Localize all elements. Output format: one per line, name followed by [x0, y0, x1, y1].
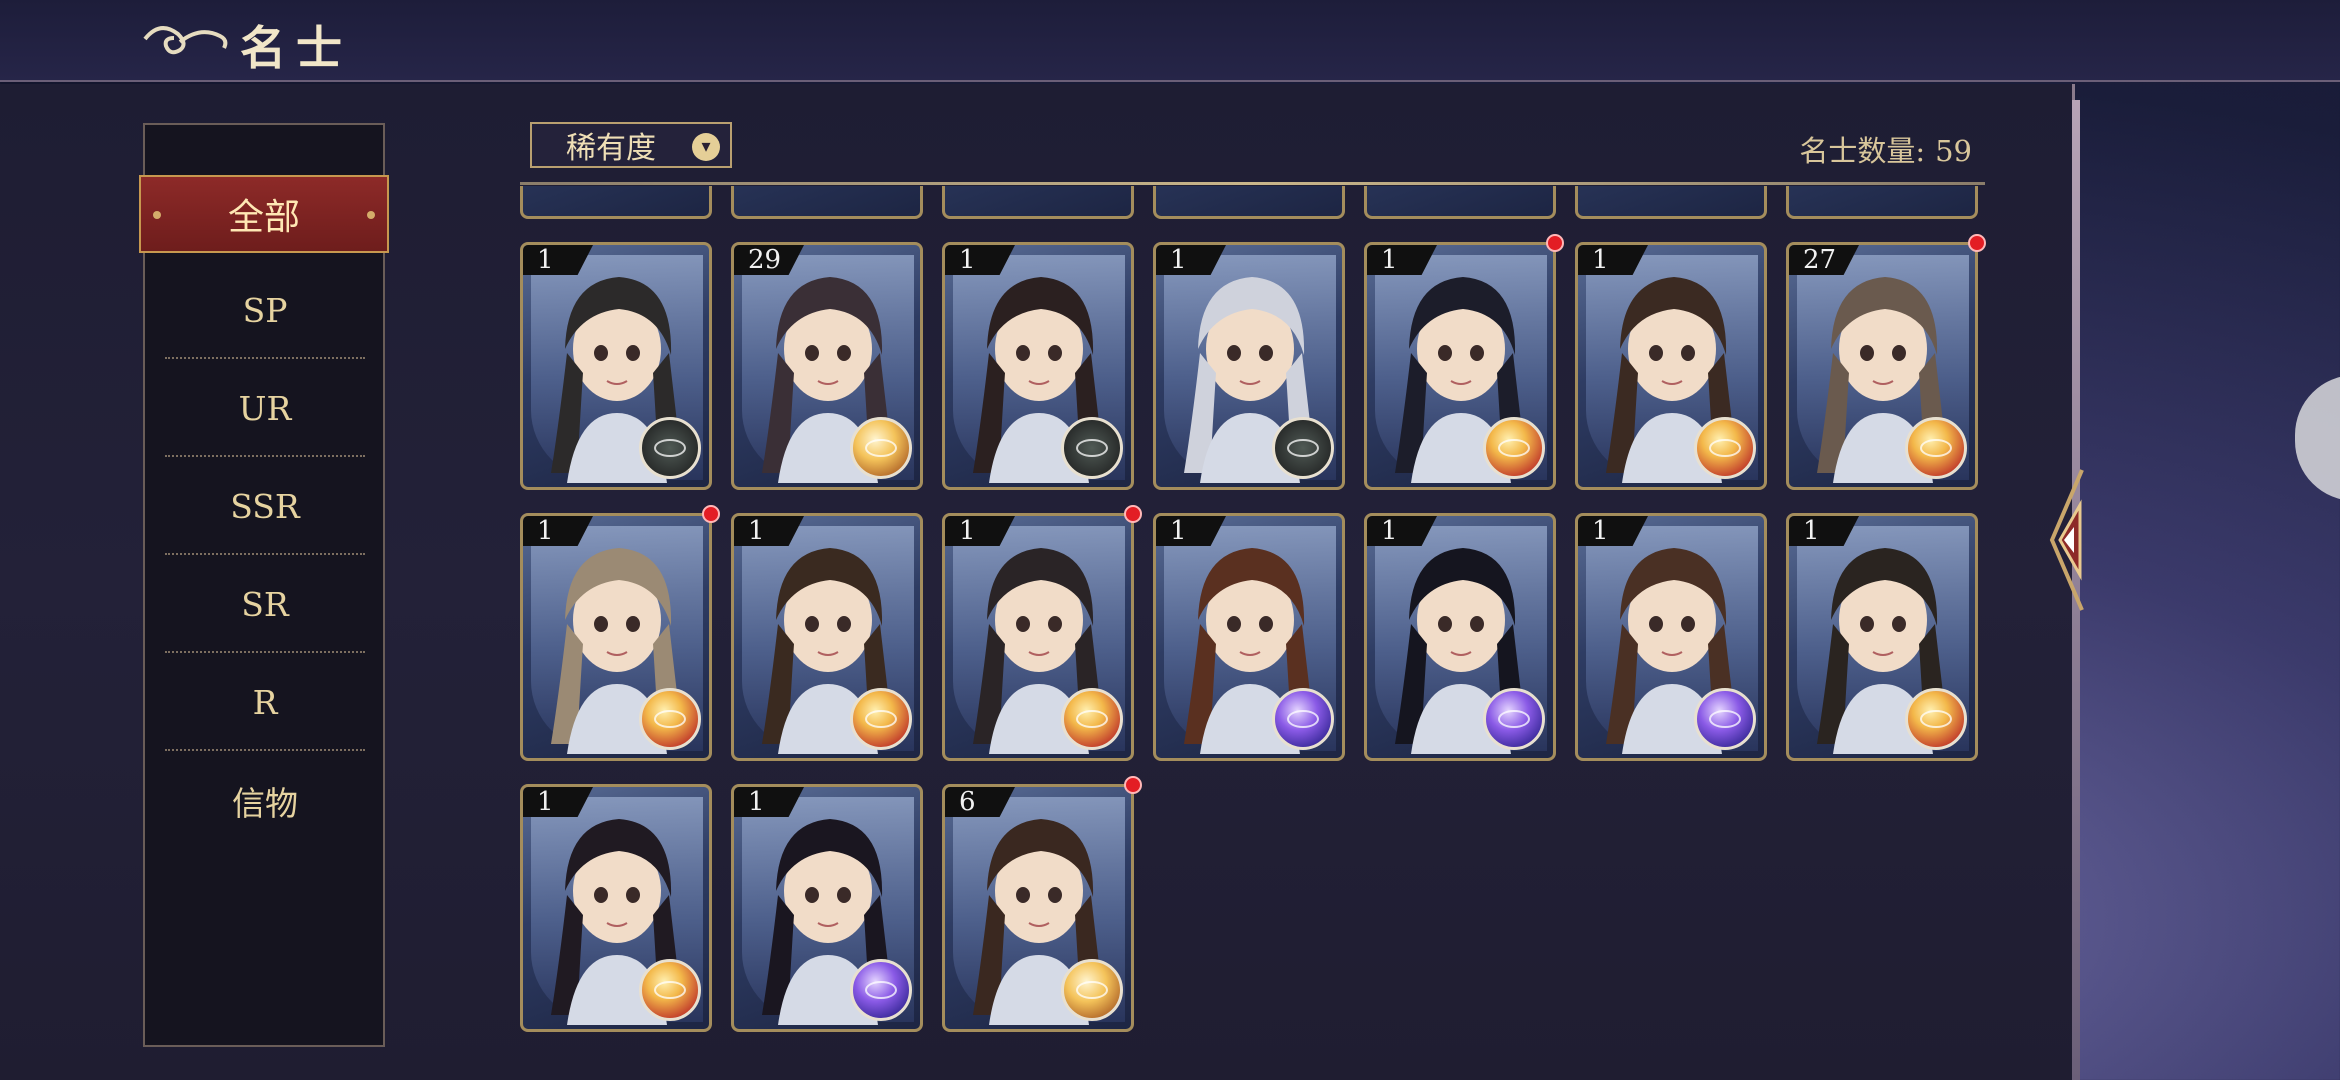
filter-label: 稀有度 [566, 131, 656, 166]
badge-ring [1709, 439, 1741, 457]
faction-badge-icon [639, 417, 701, 479]
notification-dot-icon [1124, 776, 1142, 794]
badge-ring [1920, 710, 1952, 728]
faction-badge-icon [1483, 688, 1545, 750]
cloud-swirl-icon [143, 26, 228, 55]
hero-card[interactable]: 1 [1575, 513, 1767, 761]
faction-badge-icon [850, 417, 912, 479]
hero-card[interactable]: 1 [942, 242, 1134, 490]
hero-count-label: 名士数量: [1799, 134, 1926, 168]
hero-card[interactable]: 29 [731, 242, 923, 490]
page-title: 名士 [240, 21, 352, 75]
notification-dot-icon [1968, 234, 1986, 252]
badge-ring [1498, 710, 1530, 728]
faction-badge-icon [1694, 688, 1756, 750]
badge-ring [865, 710, 897, 728]
hero-card[interactable]: 1 [520, 242, 712, 490]
badge-ring [1287, 439, 1319, 457]
hero-card[interactable]: 1 [520, 784, 712, 1032]
sidebar-item-all[interactable]: 全部 [139, 175, 389, 253]
faction-badge-icon [1694, 417, 1756, 479]
top-bar: 名士 [0, 0, 2340, 82]
badge-ring [654, 710, 686, 728]
hero-card-partial[interactable] [1364, 186, 1556, 219]
sidebar-item-r[interactable]: R [165, 655, 365, 751]
badge-ring [1709, 710, 1741, 728]
badge-ring [865, 981, 897, 999]
faction-badge-icon [1272, 417, 1334, 479]
hero-card-grid[interactable]: 1 29 1 1 1 1 27 1 1 1 1 1 1 1 1 1 6 [518, 186, 1988, 1046]
side-float-button[interactable] [2295, 375, 2340, 501]
notification-dot-icon [1546, 234, 1564, 252]
hero-card[interactable]: 1 [1153, 242, 1345, 490]
hero-card[interactable]: 1 [1575, 242, 1767, 490]
faction-badge-icon [639, 688, 701, 750]
faction-badge-icon [1905, 688, 1967, 750]
hero-card[interactable]: 27 [1786, 242, 1978, 490]
faction-badge-icon [1061, 417, 1123, 479]
badge-ring [654, 981, 686, 999]
sidebar-item-label: 全部 [227, 197, 300, 238]
divider [520, 182, 1985, 185]
hero-card[interactable]: 1 [520, 513, 712, 761]
hero-card[interactable]: 6 [942, 784, 1134, 1032]
faction-badge-icon [850, 959, 912, 1021]
badge-ring [654, 439, 686, 457]
hero-card[interactable]: 1 [942, 513, 1134, 761]
notification-dot-icon [702, 505, 720, 523]
ornament-dot [153, 211, 161, 219]
hero-card[interactable]: 1 [1786, 513, 1978, 761]
hero-card[interactable]: 1 [1364, 242, 1556, 490]
badge-ring [1076, 710, 1108, 728]
hero-card-partial[interactable] [1153, 186, 1345, 219]
chevron-down-icon: ▾ [692, 133, 720, 161]
faction-badge-icon [1061, 959, 1123, 1021]
hero-card-partial[interactable] [1786, 186, 1978, 219]
collapse-arrow-icon[interactable] [2042, 465, 2092, 615]
ornament-dot [367, 211, 375, 219]
sidebar-item-ur[interactable]: UR [165, 361, 365, 457]
notification-dot-icon [1124, 505, 1142, 523]
hero-card-partial[interactable] [942, 186, 1134, 219]
rarity-sidebar: 全部 SP UR SSR SR R 信物 [139, 123, 389, 1047]
faction-badge-icon [850, 688, 912, 750]
badge-ring [1287, 710, 1319, 728]
hero-card[interactable]: 1 [731, 784, 923, 1032]
badge-ring [865, 439, 897, 457]
hero-card[interactable]: 1 [1364, 513, 1556, 761]
hero-card[interactable]: 1 [731, 513, 923, 761]
hero-card[interactable]: 1 [1153, 513, 1345, 761]
sidebar-item-token[interactable]: 信物 [165, 753, 365, 849]
faction-badge-icon [1061, 688, 1123, 750]
faction-badge-icon [1905, 417, 1967, 479]
badge-ring [1076, 981, 1108, 999]
hero-card-partial[interactable] [520, 186, 712, 219]
faction-badge-icon [1272, 688, 1334, 750]
sidebar-item-sr[interactable]: SR [165, 557, 365, 653]
hero-card-partial[interactable] [1575, 186, 1767, 219]
badge-ring [1920, 439, 1952, 457]
hero-count-value: 59 [1935, 134, 1972, 168]
rarity-filter-dropdown[interactable]: 稀有度 ▾ [530, 122, 732, 168]
hero-count: 名士数量: 59 [1799, 128, 1972, 170]
sidebar-item-ssr[interactable]: SSR [165, 459, 365, 555]
faction-badge-icon [1483, 417, 1545, 479]
sidebar-item-sp[interactable]: SP [165, 263, 365, 359]
badge-ring [1498, 439, 1530, 457]
hero-card-partial[interactable] [731, 186, 923, 219]
faction-badge-icon [639, 959, 701, 1021]
badge-ring [1076, 439, 1108, 457]
